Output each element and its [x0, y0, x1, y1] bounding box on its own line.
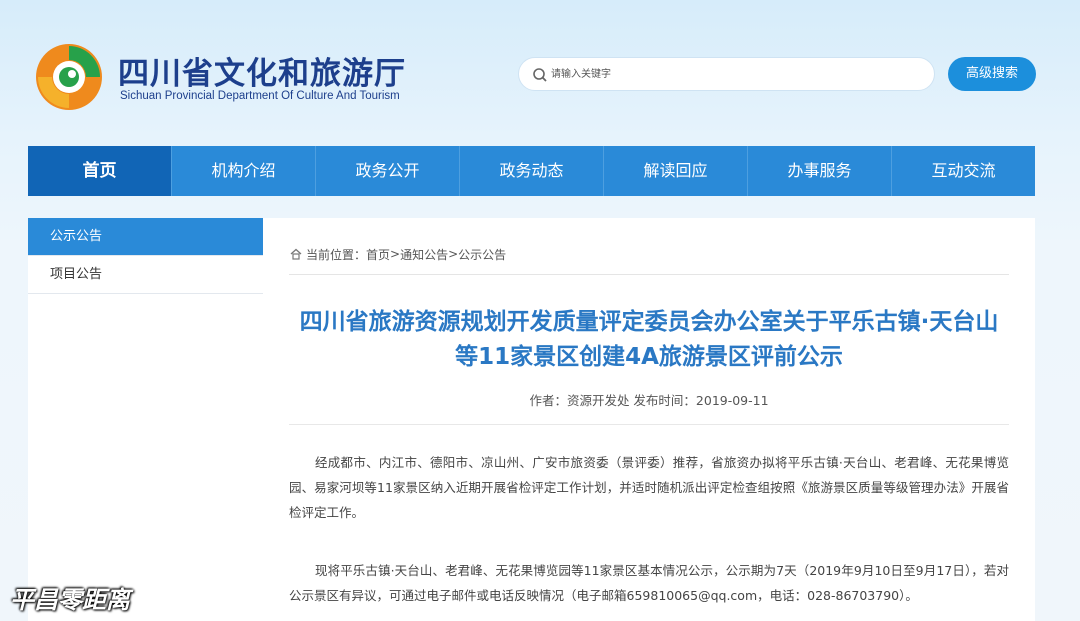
breadcrumb-prefix: 当前位置： — [306, 247, 367, 262]
breadcrumb-public-notice[interactable]: 公示公告 — [458, 246, 506, 263]
search-box — [518, 57, 935, 91]
article-paragraph: 经成都市、内江市、德阳市、凉山州、广安市旅资委（景评委）推荐，省旅资办拟将平乐古… — [289, 455, 1009, 520]
breadcrumb: 当前位置： 首页 > 通知公告 > 公示公告 — [289, 244, 1009, 264]
main-nav: 首页 机构介绍 政务公开 政务动态 解读回应 办事服务 互动交流 — [28, 146, 1035, 196]
sidebar: 公示公告 项目公告 — [28, 218, 263, 621]
divider — [289, 424, 1009, 425]
site-header: 四川省文化和旅游厅 Sichuan Provincial Department … — [0, 0, 1080, 145]
site-logo-icon[interactable] — [34, 42, 104, 112]
nav-item-services[interactable]: 办事服务 — [748, 146, 892, 196]
search-input[interactable] — [551, 63, 921, 85]
article-title: 四川省旅游资源规划开发质量评定委员会办公室关于平乐古镇·天台山等11家景区创建4… — [299, 309, 999, 370]
divider — [289, 274, 1009, 275]
nav-item-home[interactable]: 首页 — [28, 146, 172, 196]
sidebar-item-project-notice[interactable]: 项目公告 — [28, 256, 263, 294]
nav-item-gov-affairs-public[interactable]: 政务公开 — [316, 146, 460, 196]
nav-item-interaction[interactable]: 互动交流 — [892, 146, 1035, 196]
search-icon — [533, 68, 547, 82]
home-icon — [290, 248, 302, 260]
site-title[interactable]: 四川省文化和旅游厅 — [118, 48, 406, 93]
breadcrumb-notices[interactable]: 通知公告 — [400, 246, 448, 263]
nav-item-about[interactable]: 机构介绍 — [172, 146, 316, 196]
breadcrumb-separator: > — [390, 247, 401, 261]
article-paragraph: 现将平乐古镇·天台山、老君峰、无花果博览园等11家景区基本情况公示，公示期为7天… — [289, 563, 1009, 603]
nav-item-interpretation[interactable]: 解读回应 — [604, 146, 748, 196]
advanced-search-button[interactable]: 高级搜索 — [948, 57, 1036, 91]
breadcrumb-home[interactable]: 首页 — [366, 246, 390, 263]
content-area: 当前位置： 首页 > 通知公告 > 公示公告 四川省旅游资源规划开发质量评定委员… — [263, 218, 1035, 621]
sidebar-item-public-notice[interactable]: 公示公告 — [28, 218, 263, 256]
watermark: 平昌零距离 — [10, 586, 130, 614]
nav-item-gov-news[interactable]: 政务动态 — [460, 146, 604, 196]
site-subtitle: Sichuan Provincial Department Of Culture… — [120, 90, 400, 102]
breadcrumb-separator: > — [448, 247, 459, 261]
article-meta: 作者：资源开发处 发布时间：2019-09-11 — [529, 393, 769, 408]
